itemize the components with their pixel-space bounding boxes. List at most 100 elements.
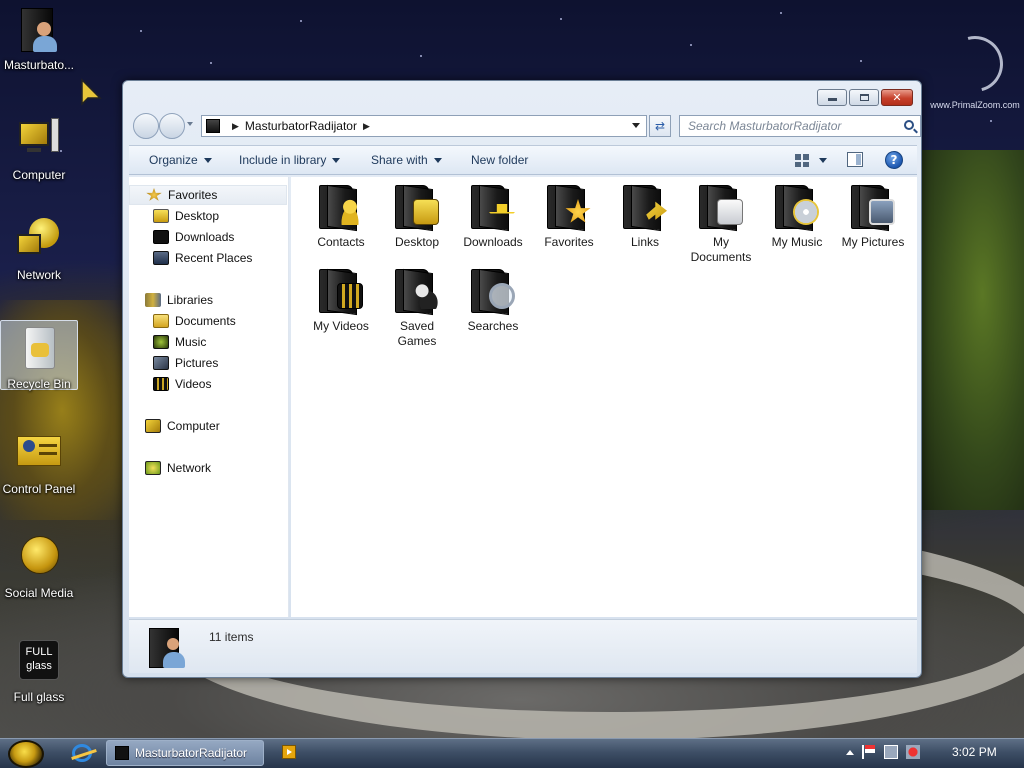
preview-pane-icon[interactable] xyxy=(847,152,863,167)
desktop-folder-icon xyxy=(393,184,441,232)
desktop-icon xyxy=(153,209,169,223)
item-label: Links xyxy=(630,235,659,249)
command-bar: Organize Include in library Share with N… xyxy=(129,145,917,175)
refresh-button[interactable]: ⇄ xyxy=(649,115,671,137)
address-dropdown-icon[interactable] xyxy=(632,123,640,128)
star-icon xyxy=(146,188,162,201)
folder-item-contacts[interactable]: Contacts xyxy=(303,184,379,250)
folder-item-favorites[interactable]: Favorites xyxy=(531,184,607,250)
folder-item-desktop[interactable]: Desktop xyxy=(379,184,455,250)
volume-muted-icon[interactable] xyxy=(906,745,920,759)
recent-pages-dropdown[interactable] xyxy=(187,122,193,126)
item-label: Favorites xyxy=(544,235,594,249)
refresh-icon: ⇄ xyxy=(654,119,666,133)
computer-icon xyxy=(145,419,161,433)
nav-computer[interactable]: Computer xyxy=(129,416,287,436)
organize-menu[interactable]: Organize xyxy=(149,153,212,167)
my-music-folder-icon xyxy=(773,184,821,232)
back-button[interactable] xyxy=(133,113,159,139)
downloads-folder-icon xyxy=(469,184,517,232)
share-with-menu[interactable]: Share with xyxy=(371,153,442,167)
forward-button[interactable] xyxy=(159,113,185,139)
maximize-icon xyxy=(859,94,869,101)
folder-item-downloads[interactable]: Downloads xyxy=(455,184,531,250)
background-trees xyxy=(920,150,1024,510)
desktop-icon-label: Network xyxy=(16,268,61,282)
favorites-folder-icon xyxy=(545,184,593,232)
saved-games-folder-icon xyxy=(393,268,441,316)
close-icon: ✕ xyxy=(892,91,902,104)
breadcrumb-chevron-icon[interactable]: ▶ xyxy=(363,121,370,132)
folder-item-my-documents[interactable]: My Documents xyxy=(683,184,759,265)
mouse-cursor-icon xyxy=(81,78,102,106)
explorer-window: ✕ ▶ MasturbatorRadijator ▶ ⇄ Search Mast… xyxy=(122,80,922,678)
chevron-down-icon xyxy=(433,158,442,164)
item-label: Searches xyxy=(467,319,519,333)
maximize-button[interactable] xyxy=(849,89,879,106)
links-folder-icon xyxy=(621,184,669,232)
new-folder-button[interactable]: New folder xyxy=(471,153,528,167)
folder-item-saved-games[interactable]: Saved Games xyxy=(379,268,455,349)
navigation-row: ▶ MasturbatorRadijator ▶ ⇄ Search Mastur… xyxy=(131,113,921,139)
desktop-icon-user-folder[interactable]: Masturbato... xyxy=(0,6,78,72)
include-in-library-menu[interactable]: Include in library xyxy=(239,153,341,167)
start-button[interactable] xyxy=(8,740,44,768)
nav-downloads[interactable]: Downloads xyxy=(129,227,287,247)
nav-desktop[interactable]: Desktop xyxy=(129,206,287,226)
internet-explorer-icon[interactable] xyxy=(72,744,92,762)
search-input[interactable]: Search MasturbatorRadijator xyxy=(679,115,921,137)
taskbar-window-button[interactable]: MasturbatorRadijator xyxy=(106,740,264,766)
my-videos-folder-icon xyxy=(317,268,365,316)
nav-recent-places[interactable]: Recent Places xyxy=(129,248,287,268)
pictures-icon xyxy=(153,356,169,370)
desktop-icon-network[interactable]: Network xyxy=(0,216,78,282)
item-count: 11 items xyxy=(209,630,254,644)
my-pictures-folder-icon xyxy=(849,184,897,232)
recent-places-icon xyxy=(153,251,169,265)
desktop-icon-label: Masturbato... xyxy=(3,58,75,72)
nav-pictures[interactable]: Pictures xyxy=(129,353,287,373)
folder-item-my-pictures[interactable]: My Pictures xyxy=(835,184,911,250)
desktop-icon-full-glass[interactable]: FULL glass Full glass xyxy=(0,638,78,704)
desktop-icon-label: Control Panel xyxy=(2,482,76,496)
nav-libraries[interactable]: Libraries xyxy=(129,290,287,310)
nav-documents[interactable]: Documents xyxy=(129,311,287,331)
help-icon[interactable]: ? xyxy=(885,151,903,169)
chevron-down-icon xyxy=(332,158,341,164)
folder-item-my-videos[interactable]: My Videos xyxy=(303,268,379,334)
computer-icon xyxy=(15,116,63,164)
search-icon[interactable] xyxy=(904,120,914,130)
media-player-icon[interactable] xyxy=(282,745,296,759)
action-center-flag-icon[interactable] xyxy=(862,745,876,759)
full-glass-logo-icon: FULL glass xyxy=(15,638,63,686)
desktop-icon-computer[interactable]: Computer xyxy=(0,116,78,182)
libraries-icon xyxy=(145,293,161,307)
downloads-icon xyxy=(153,230,169,244)
nav-network[interactable]: Network xyxy=(129,458,287,478)
folder-item-my-music[interactable]: My Music xyxy=(759,184,835,250)
folder-item-searches[interactable]: Searches xyxy=(455,268,531,334)
desktop-icon-social-media[interactable]: Social Media xyxy=(0,534,78,600)
close-button[interactable]: ✕ xyxy=(881,89,913,106)
nav-music[interactable]: Music xyxy=(129,332,287,352)
item-label: My Pictures xyxy=(841,235,905,249)
navigation-pane: Favorites Desktop Downloads Recent Place… xyxy=(129,177,289,617)
nav-videos[interactable]: Videos xyxy=(129,374,287,394)
desktop-icon-recycle-bin[interactable]: Recycle Bin xyxy=(0,320,78,391)
system-tray xyxy=(846,745,920,759)
change-view-icon[interactable] xyxy=(795,154,809,167)
breadcrumb-segment[interactable]: MasturbatorRadijator xyxy=(245,119,357,133)
show-hidden-icons-icon[interactable] xyxy=(846,749,854,755)
minimize-button[interactable] xyxy=(817,89,847,106)
address-bar[interactable]: ▶ MasturbatorRadijator ▶ xyxy=(201,115,647,137)
network-status-icon[interactable] xyxy=(884,745,898,759)
view-options-chevron-icon[interactable] xyxy=(819,158,827,163)
clock[interactable]: 3:02 PM xyxy=(952,745,997,759)
item-label: Desktop xyxy=(394,235,440,249)
watermark: www.PrimalZoom.com xyxy=(930,25,1020,110)
desktop-icon-control-panel[interactable]: Control Panel xyxy=(0,430,78,496)
breadcrumb-chevron-icon[interactable]: ▶ xyxy=(232,121,239,132)
nav-favorites[interactable]: Favorites xyxy=(129,185,287,205)
folder-item-links[interactable]: Links xyxy=(607,184,683,250)
folder-icon xyxy=(115,746,129,760)
